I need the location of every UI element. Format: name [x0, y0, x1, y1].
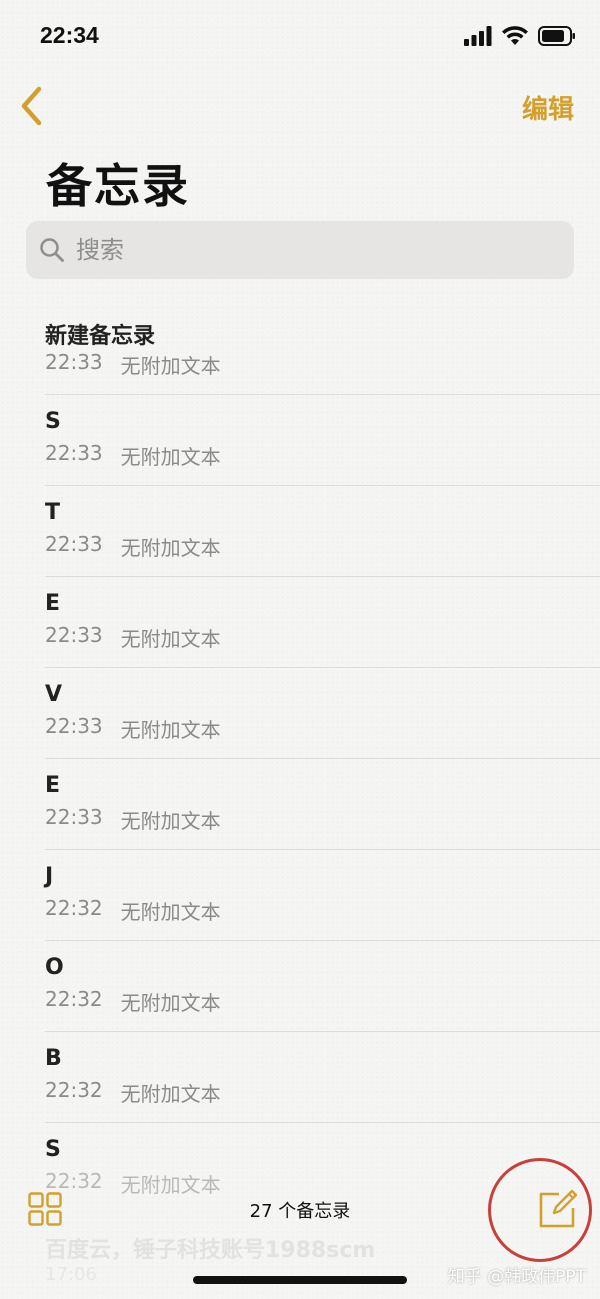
note-preview: 无附加文本	[120, 445, 221, 469]
note-meta: 22:33 无附加文本	[45, 532, 221, 561]
wifi-icon	[502, 26, 528, 45]
search-input[interactable]	[74, 235, 558, 265]
note-meta: 22:33 无附加文本	[45, 714, 221, 743]
home-indicator[interactable]	[193, 1276, 407, 1284]
note-preview: 无附加文本	[120, 536, 221, 560]
note-title: E	[45, 773, 61, 798]
note-time: 22:33	[45, 714, 103, 738]
note-preview: 无附加文本	[120, 1082, 221, 1106]
note-meta: 22:33 无附加文本	[45, 441, 221, 470]
note-item[interactable]: E 22:33 无附加文本	[0, 577, 600, 668]
note-meta: 22:33 无附加文本	[45, 350, 221, 379]
note-title: S	[45, 1137, 61, 1162]
note-title: B	[45, 1046, 62, 1071]
compose-icon[interactable]	[537, 1188, 579, 1230]
note-meta: 22:33 无附加文本	[45, 623, 221, 652]
note-meta: 22:32 无附加文本	[45, 987, 221, 1016]
note-meta: 22:33 无附加文本	[45, 805, 221, 834]
chevron-left-icon	[21, 86, 42, 126]
note-item[interactable]: T 22:33 无附加文本	[0, 486, 600, 577]
note-preview: 无附加文本	[120, 718, 221, 742]
note-title: O	[45, 955, 64, 980]
note-time: 22:33	[45, 532, 103, 556]
status-bar: 22:34	[0, 0, 600, 72]
note-item[interactable]: E 22:33 无附加文本	[0, 759, 600, 850]
note-time: 22:33	[45, 350, 103, 374]
note-title: J	[45, 864, 54, 889]
note-time: 22:32	[45, 1078, 103, 1102]
back-button[interactable]	[14, 84, 48, 128]
note-item[interactable]: 新建备忘录 22:33 无附加文本	[0, 304, 600, 395]
page-title: 备忘录	[46, 159, 190, 213]
edit-button[interactable]: 编辑	[522, 89, 574, 126]
note-title: T	[45, 500, 61, 525]
note-time: 22:32	[45, 987, 103, 1011]
note-preview: 无附加文本	[120, 627, 221, 651]
note-preview: 无附加文本	[120, 354, 221, 378]
bottom-toolbar: 27 个备忘录	[0, 1158, 600, 1262]
search-icon	[38, 236, 66, 264]
note-preview: 无附加文本	[120, 809, 221, 833]
note-title: 新建备忘录	[45, 324, 156, 349]
note-item[interactable]: B 22:32 无附加文本	[0, 1032, 600, 1123]
ghost-note-meta: 17:06	[45, 1264, 97, 1285]
note-meta: 22:32 无附加文本	[45, 896, 221, 925]
note-item[interactable]: J 22:32 无附加文本	[0, 850, 600, 941]
signal-icon	[464, 26, 492, 46]
note-preview: 无附加文本	[120, 900, 221, 924]
note-time: 22:33	[45, 623, 103, 647]
note-title: E	[45, 591, 61, 616]
battery-icon	[538, 26, 575, 46]
status-time: 22:34	[40, 22, 99, 48]
watermark: 知乎 @韩政伟PPT	[447, 1267, 586, 1287]
note-time: 22:32	[45, 896, 103, 920]
note-title: V	[45, 682, 63, 707]
note-time: 22:33	[45, 805, 103, 829]
note-preview: 无附加文本	[120, 991, 221, 1015]
note-title: S	[45, 409, 61, 434]
search-bar[interactable]	[26, 221, 574, 279]
status-icons	[464, 26, 576, 46]
note-item[interactable]: O 22:32 无附加文本	[0, 941, 600, 1032]
note-item[interactable]: V 22:33 无附加文本	[0, 668, 600, 759]
note-meta: 22:32 无附加文本	[45, 1078, 221, 1107]
notes-list: 新建备忘录 22:33 无附加文本 S 22:33 无附加文本 T 22:33 …	[0, 304, 600, 1214]
note-item[interactable]: S 22:33 无附加文本	[0, 395, 600, 486]
note-time: 22:33	[45, 441, 103, 465]
